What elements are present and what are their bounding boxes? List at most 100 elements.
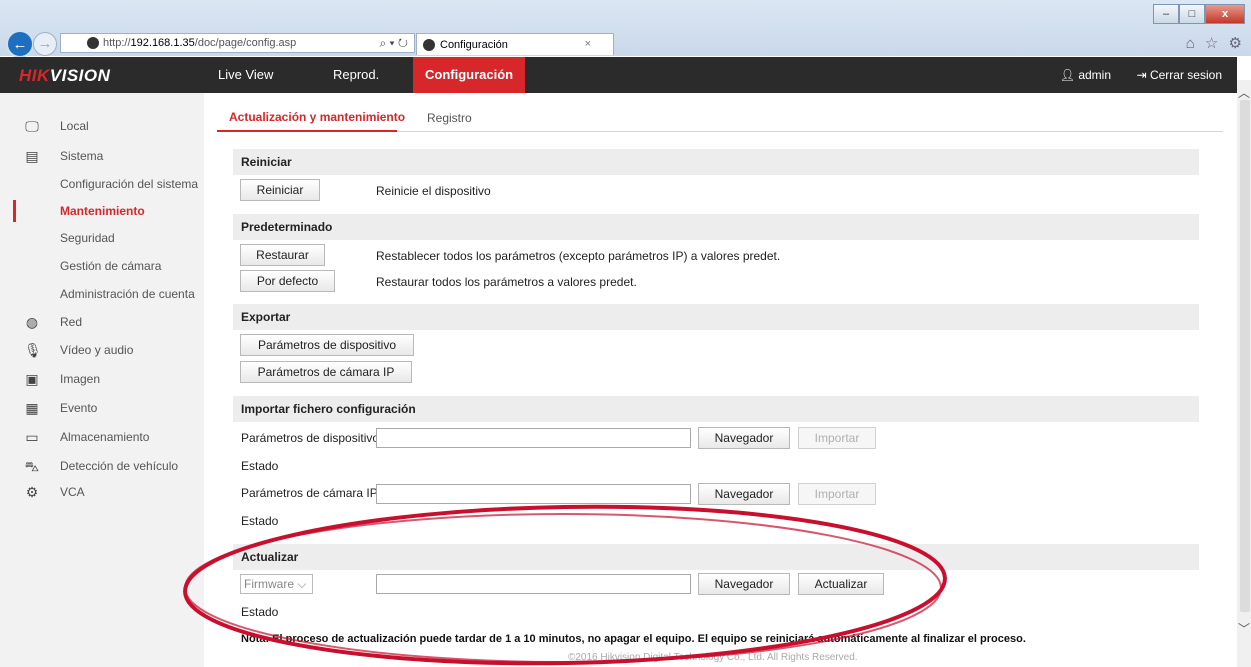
restore-button[interactable]: Restaurar [240,244,325,266]
sidebar-item-video-audio[interactable]: 🎙 Vídeo y audio [0,337,204,363]
scroll-down-icon[interactable]: ﹀ [1238,620,1250,637]
user-menu[interactable]: 👤︎ admin [1060,57,1111,93]
sidebar-item-label: Mantenimiento [60,204,145,218]
calendar-icon: ▦ [25,400,39,416]
url-text: http://192.168.1.35/doc/page/config.asp [103,37,297,49]
active-tab-underline [217,130,397,132]
restore-description: Restablecer todos los parámetros (except… [376,249,781,263]
tab-upgrade-maintenance[interactable]: Actualización y mantenimiento [229,110,405,124]
sidebar-item-image[interactable]: ▣ Imagen [0,366,204,392]
sidebar-item-label: Sistema [60,149,104,163]
upgrade-status: Estado [241,605,279,619]
address-bar[interactable]: http://192.168.1.35/doc/page/config.asp … [60,33,415,53]
sidebar-item-label: Gestión de cámara [60,259,162,273]
storage-icon: ▭ [25,429,39,445]
nav-playback[interactable]: Reprod. [333,57,379,93]
nav-live-view[interactable]: Live View [218,57,273,93]
close-window-button[interactable]: x [1205,4,1245,24]
browser-tab[interactable]: Configuración × [416,33,614,55]
tab-close-icon[interactable]: × [585,38,591,50]
user-name: admin [1078,68,1111,82]
import-camera-browse-button[interactable]: Navegador [698,483,790,505]
sidebar-item-event[interactable]: ▦ Evento [0,395,204,421]
upgrade-note: Nota: El proceso de actualización puede … [241,633,1026,645]
scrollbar-thumb[interactable] [1240,100,1250,612]
main-content: Actualización y mantenimiento Registro R… [205,93,1237,667]
monitor-icon: 🖵 [25,118,39,134]
reboot-description: Reinicie el dispositivo [376,184,491,198]
active-indicator [13,200,16,222]
sidebar-item-maintenance[interactable]: Mantenimiento [0,198,204,224]
export-camera-params-button[interactable]: Parámetros de cámara IP [240,361,412,383]
globe-icon: ◍ [25,314,39,330]
sidebar-item-local[interactable]: 🖵 Local [0,113,204,139]
tab-site-icon [423,38,435,51]
logout-button[interactable]: ⇥ Cerrar sesion [1137,57,1222,93]
scroll-up-icon[interactable]: ︿ [1238,84,1250,101]
section-export: Exportar [233,304,1199,330]
sidebar-item-vca[interactable]: ⚙ VCA [0,479,204,505]
minimize-button[interactable]: – [1153,4,1179,24]
sidebar-item-camera-management[interactable]: Gestión de cámara [0,253,204,279]
copyright: ©2016 Hikvision Digital Technology Co., … [568,652,858,663]
sidebar-item-label: Vídeo y audio [60,343,134,357]
search-refresh-icons[interactable]: ⌕ ▾ ↻ [379,36,408,51]
import-camera-label: Parámetros de cámara IP [241,486,378,500]
sidebar-item-label: Local [60,119,89,133]
firmware-select-value: Firmware [244,577,294,591]
maximize-button[interactable]: □ [1179,4,1205,24]
export-device-params-button[interactable]: Parámetros de dispositivo [240,334,414,356]
import-device-label: Parámetros de dispositivo [241,431,380,445]
app-header: HIKVISION Live View Reprod. Configuració… [0,57,1237,93]
factory-default-description: Restaurar todos los parámetros a valores… [376,275,637,289]
browser-toolbar-icons[interactable]: ⌂ ☆ ⚙ [1186,34,1245,52]
import-camera-status: Estado [241,514,279,528]
nav-configuration[interactable]: Configuración [413,57,526,93]
logout-label: Cerrar sesion [1149,68,1222,82]
image-icon: ▣ [25,371,39,387]
sidebar-item-system-config[interactable]: Configuración del sistema [0,171,204,197]
sidebar-item-label: Detección de vehículo [60,459,179,473]
import-device-file-input[interactable] [376,428,691,448]
import-camera-file-input[interactable] [376,484,691,504]
sidebar-item-label: Imagen [60,372,101,386]
sidebar-item-label: Evento [60,401,98,415]
factory-default-button[interactable]: Por defecto [240,270,335,292]
reboot-button[interactable]: Reiniciar [240,179,320,201]
firmware-browse-button[interactable]: Navegador [698,573,790,595]
sidebar-item-vehicle-detection[interactable]: ⛍ Detección de vehículo [0,453,204,479]
section-reboot: Reiniciar [233,149,1199,175]
vehicle-icon: ⛍ [24,458,40,474]
import-device-status: Estado [241,459,279,473]
firmware-select[interactable]: Firmware ⌵ [240,574,313,594]
sidebar-item-label: Administración de cuenta [60,287,195,301]
sidebar-item-account-admin[interactable]: Administración de cuenta [0,281,204,307]
back-button[interactable]: ← [6,30,34,58]
sidebar-item-storage[interactable]: ▭ Almacenamiento [0,424,204,450]
arrow-right-icon: → [37,35,53,52]
chevron-down-icon: ⌵ [297,577,307,591]
sidebar-item-label: Configuración del sistema [60,177,199,191]
section-upgrade: Actualizar [233,544,1199,570]
import-device-browse-button[interactable]: Navegador [698,427,790,449]
sidebar-item-security[interactable]: Seguridad [0,225,204,251]
sidebar-item-label: Seguridad [60,231,115,245]
mic-icon: 🎙 [24,342,42,358]
hikvision-logo: HIKVISION [19,66,111,85]
sidebar-item-network[interactable]: ◍ Red [0,309,204,335]
forward-button[interactable]: → [33,32,57,56]
upgrade-button[interactable]: Actualizar [798,573,884,595]
sidebar-item-system[interactable]: ▤ Sistema [0,143,204,169]
site-icon [87,37,99,49]
tab-log[interactable]: Registro [427,111,472,125]
import-camera-button[interactable]: Importar [798,483,876,505]
sidebar: 🖵 Local ▤ Sistema Configuración del sistem… [0,93,204,667]
window-icon: ▤ [25,148,39,164]
browser-chrome: – □ x ← → http://192.168.1.35/doc/page/c… [0,0,1251,58]
vca-icon: ⚙ [25,484,39,500]
sidebar-item-label: Red [60,315,83,329]
firmware-file-input[interactable] [376,574,691,594]
import-device-button[interactable]: Importar [798,427,876,449]
logout-icon: ⇥ [1136,68,1150,82]
section-default: Predeterminado [233,214,1199,240]
